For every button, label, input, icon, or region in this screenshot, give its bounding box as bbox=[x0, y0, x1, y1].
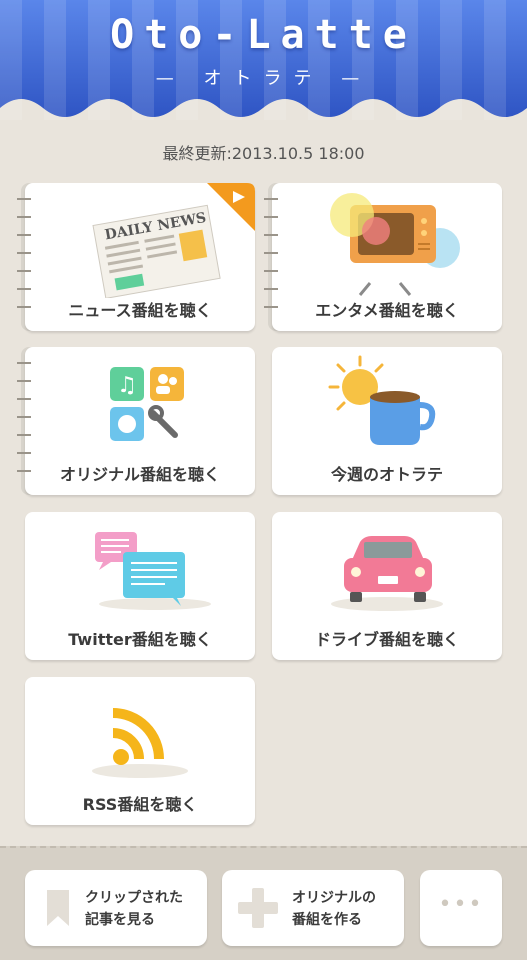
bookmark-icon bbox=[47, 890, 69, 926]
create-button-line1: オリジナルの bbox=[292, 890, 376, 906]
drive-card-label: ドライブ番組を聴く bbox=[314, 630, 459, 649]
chat-bubbles-icon bbox=[95, 532, 211, 610]
plus-icon bbox=[238, 888, 278, 928]
play-badge-icon bbox=[207, 183, 255, 231]
last-updated-text: 最終更新:2013.10.5 18:00 bbox=[162, 144, 365, 163]
rss-card-label: RSS番組を聴く bbox=[82, 795, 198, 814]
news-card-label: ニュース番組を聴く bbox=[68, 301, 212, 320]
original-card-label: オリジナル番組を聴く bbox=[59, 465, 220, 484]
clip-button-line2: 記事を見る bbox=[85, 912, 155, 928]
original-programs-card[interactable]: ♫ オリジナル番組を聴く bbox=[17, 347, 255, 495]
header-awning: Oto-Latte — オトラテ — bbox=[0, 0, 527, 128]
tv-icon bbox=[330, 193, 460, 296]
apps-grid-icon: ♫ bbox=[110, 367, 184, 441]
view-clipped-articles-button[interactable]: クリップされた 記事を見る bbox=[25, 870, 207, 946]
rss-icon bbox=[92, 708, 188, 778]
create-button-line2: 番組を作る bbox=[292, 912, 362, 928]
rss-programs-card[interactable]: RSS番組を聴く bbox=[25, 677, 255, 825]
app-subtitle: — オトラテ — bbox=[155, 68, 372, 89]
twitter-programs-card[interactable]: Twitter番組を聴く bbox=[25, 512, 255, 660]
news-programs-card[interactable]: DAILY NEWS ニュース番組を聴く bbox=[17, 183, 255, 331]
coffee-sun-icon bbox=[328, 355, 436, 445]
weekly-card-label: 今週のオトラテ bbox=[330, 465, 443, 484]
more-menu-button[interactable]: ••• bbox=[420, 870, 502, 946]
clip-button-line1: クリップされた bbox=[85, 890, 183, 906]
drive-programs-card[interactable]: ドライブ番組を聴く bbox=[272, 512, 502, 660]
car-icon bbox=[331, 536, 443, 611]
create-original-program-button[interactable]: オリジナルの 番組を作る bbox=[222, 870, 404, 946]
svg-text:♫: ♫ bbox=[117, 373, 137, 398]
bottom-toolbar: クリップされた 記事を見る オリジナルの 番組を作る ••• bbox=[0, 846, 527, 960]
entertainment-programs-card[interactable]: エンタメ番組を聴く bbox=[264, 183, 502, 331]
entertainment-card-label: エンタメ番組を聴く bbox=[315, 301, 459, 320]
twitter-card-label: Twitter番組を聴く bbox=[68, 630, 212, 649]
more-dots-icon: ••• bbox=[438, 892, 484, 917]
weekly-otolatte-card[interactable]: 今週のオトラテ bbox=[272, 347, 502, 495]
app-title: Oto-Latte bbox=[110, 12, 417, 58]
